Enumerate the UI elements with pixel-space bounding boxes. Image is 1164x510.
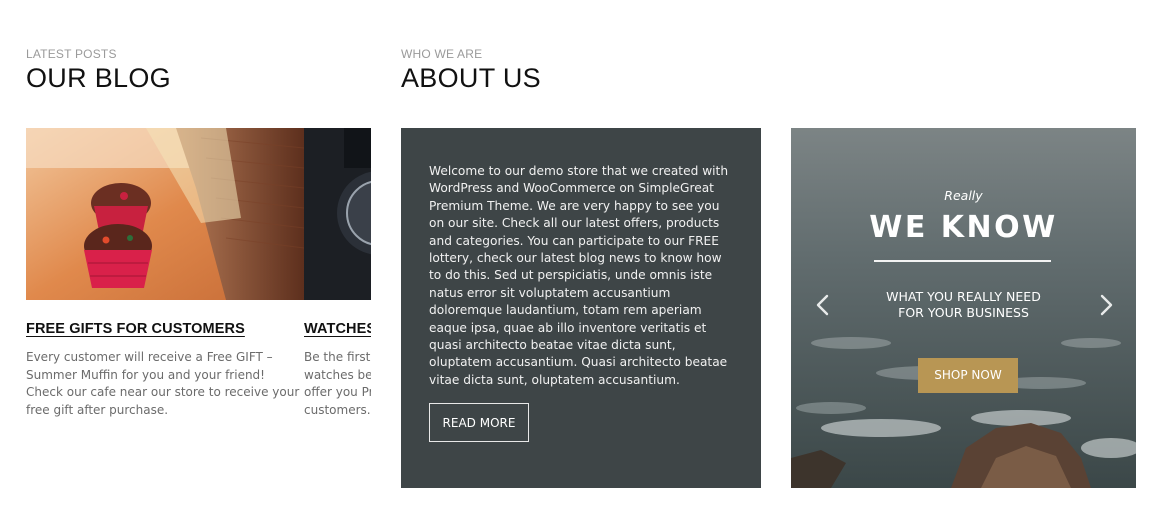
about-body-text: Welcome to our demo store that we create… bbox=[429, 164, 729, 387]
blog-eyebrow: LATEST POSTS bbox=[26, 47, 117, 61]
promo-slider: Really WE KNOW WHAT YOU REALLY NEED FOR … bbox=[791, 128, 1136, 488]
promo-subtitle: WHAT YOU REALLY NEED FOR YOUR BUSINESS bbox=[791, 289, 1136, 321]
promo-divider bbox=[874, 260, 1051, 262]
post-excerpt: Be the first to see our new collection o… bbox=[304, 350, 371, 417]
shop-now-button[interactable]: SHOP NOW bbox=[918, 358, 1018, 393]
read-more-button[interactable]: READ MORE bbox=[429, 403, 529, 442]
about-eyebrow: WHO WE ARE bbox=[401, 47, 483, 61]
post-excerpt: Every customer will receive a Free GIFT … bbox=[26, 350, 300, 417]
promo-content: Really WE KNOW WHAT YOU REALLY NEED FOR … bbox=[791, 128, 1136, 488]
slider-prev-chevron-left-icon[interactable] bbox=[813, 293, 833, 317]
promo-subtitle-line2: FOR YOUR BUSINESS bbox=[898, 305, 1029, 320]
promo-eyebrow: Really bbox=[944, 188, 983, 203]
post-title-link[interactable]: WATCHES bbox=[304, 321, 371, 337]
promo-subtitle-line1: WHAT YOU REALLY NEED bbox=[886, 289, 1041, 304]
blog-post: FREE GIFTS FOR CUSTOMERS Every customer … bbox=[26, 128, 304, 428]
slider-next-chevron-right-icon[interactable] bbox=[1096, 293, 1116, 317]
blog-post: WATCHES Be the first to see our new coll… bbox=[304, 128, 371, 428]
blog-carousel: FREE GIFTS FOR CUSTOMERS Every customer … bbox=[26, 128, 371, 428]
blog-track: FREE GIFTS FOR CUSTOMERS Every customer … bbox=[26, 128, 371, 428]
promo-title: WE KNOW bbox=[869, 210, 1058, 245]
post-title-link[interactable]: FREE GIFTS FOR CUSTOMERS bbox=[26, 321, 304, 337]
about-panel: Welcome to our demo store that we create… bbox=[401, 128, 761, 488]
post-image-watch[interactable] bbox=[304, 128, 371, 300]
post-image-cupcake[interactable] bbox=[26, 128, 304, 300]
about-heading: ABOUT US bbox=[401, 63, 541, 93]
blog-heading: OUR BLOG bbox=[26, 63, 171, 93]
